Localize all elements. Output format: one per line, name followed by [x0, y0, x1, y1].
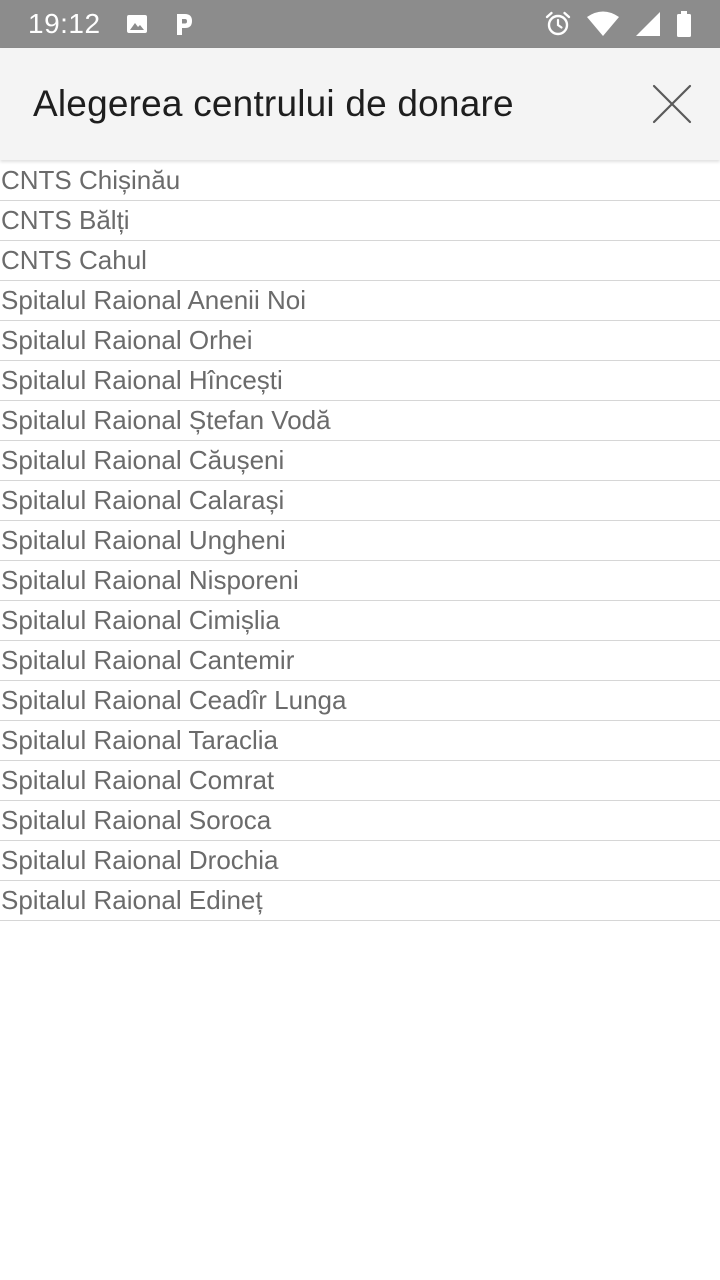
status-left-icons — [125, 11, 195, 37]
list-item[interactable]: CNTS Bălți — [0, 201, 720, 241]
list-item[interactable]: Spitalul Raional Taraclia — [0, 721, 720, 761]
parking-p-icon — [173, 11, 195, 37]
list-item[interactable]: Spitalul Raional Soroca — [0, 801, 720, 841]
list-item[interactable]: Spitalul Raional Ceadîr Lunga — [0, 681, 720, 721]
list-item[interactable]: Spitalul Raional Orhei — [0, 321, 720, 361]
list-item[interactable]: Spitalul Raional Cimișlia — [0, 601, 720, 641]
list-item[interactable]: Spitalul Raional Comrat — [0, 761, 720, 801]
dialog-header: Alegerea centrului de donare — [0, 48, 720, 160]
close-button[interactable] — [650, 82, 694, 126]
cellular-signal-icon — [634, 10, 662, 38]
list-item[interactable]: Spitalul Raional Ștefan Vodă — [0, 401, 720, 441]
list-item[interactable]: Spitalul Raional Edineț — [0, 881, 720, 921]
list-item[interactable]: CNTS Cahul — [0, 241, 720, 281]
dialog-title: Alegerea centrului de donare — [33, 83, 514, 124]
list-item[interactable]: Spitalul Raional Anenii Noi — [0, 281, 720, 321]
list-item[interactable]: Spitalul Raional Hîncești — [0, 361, 720, 401]
donation-center-list: CNTS Chișinău CNTS Bălți CNTS Cahul Spit… — [0, 161, 720, 921]
list-item[interactable]: CNTS Chișinău — [0, 161, 720, 201]
wifi-icon — [586, 11, 620, 37]
status-right-icons — [544, 10, 692, 38]
image-icon — [125, 12, 149, 36]
alarm-icon — [544, 10, 572, 38]
status-bar: 19:12 — [0, 0, 720, 48]
list-item[interactable]: Spitalul Raional Cantemir — [0, 641, 720, 681]
status-time: 19:12 — [28, 8, 101, 39]
close-icon — [652, 84, 692, 124]
list-item[interactable]: Spitalul Raional Drochia — [0, 841, 720, 881]
list-item[interactable]: Spitalul Raional Ungheni — [0, 521, 720, 561]
battery-icon — [676, 10, 692, 38]
list-item[interactable]: Spitalul Raional Nisporeni — [0, 561, 720, 601]
list-item[interactable]: Spitalul Raional Calarași — [0, 481, 720, 521]
list-item[interactable]: Spitalul Raional Căușeni — [0, 441, 720, 481]
